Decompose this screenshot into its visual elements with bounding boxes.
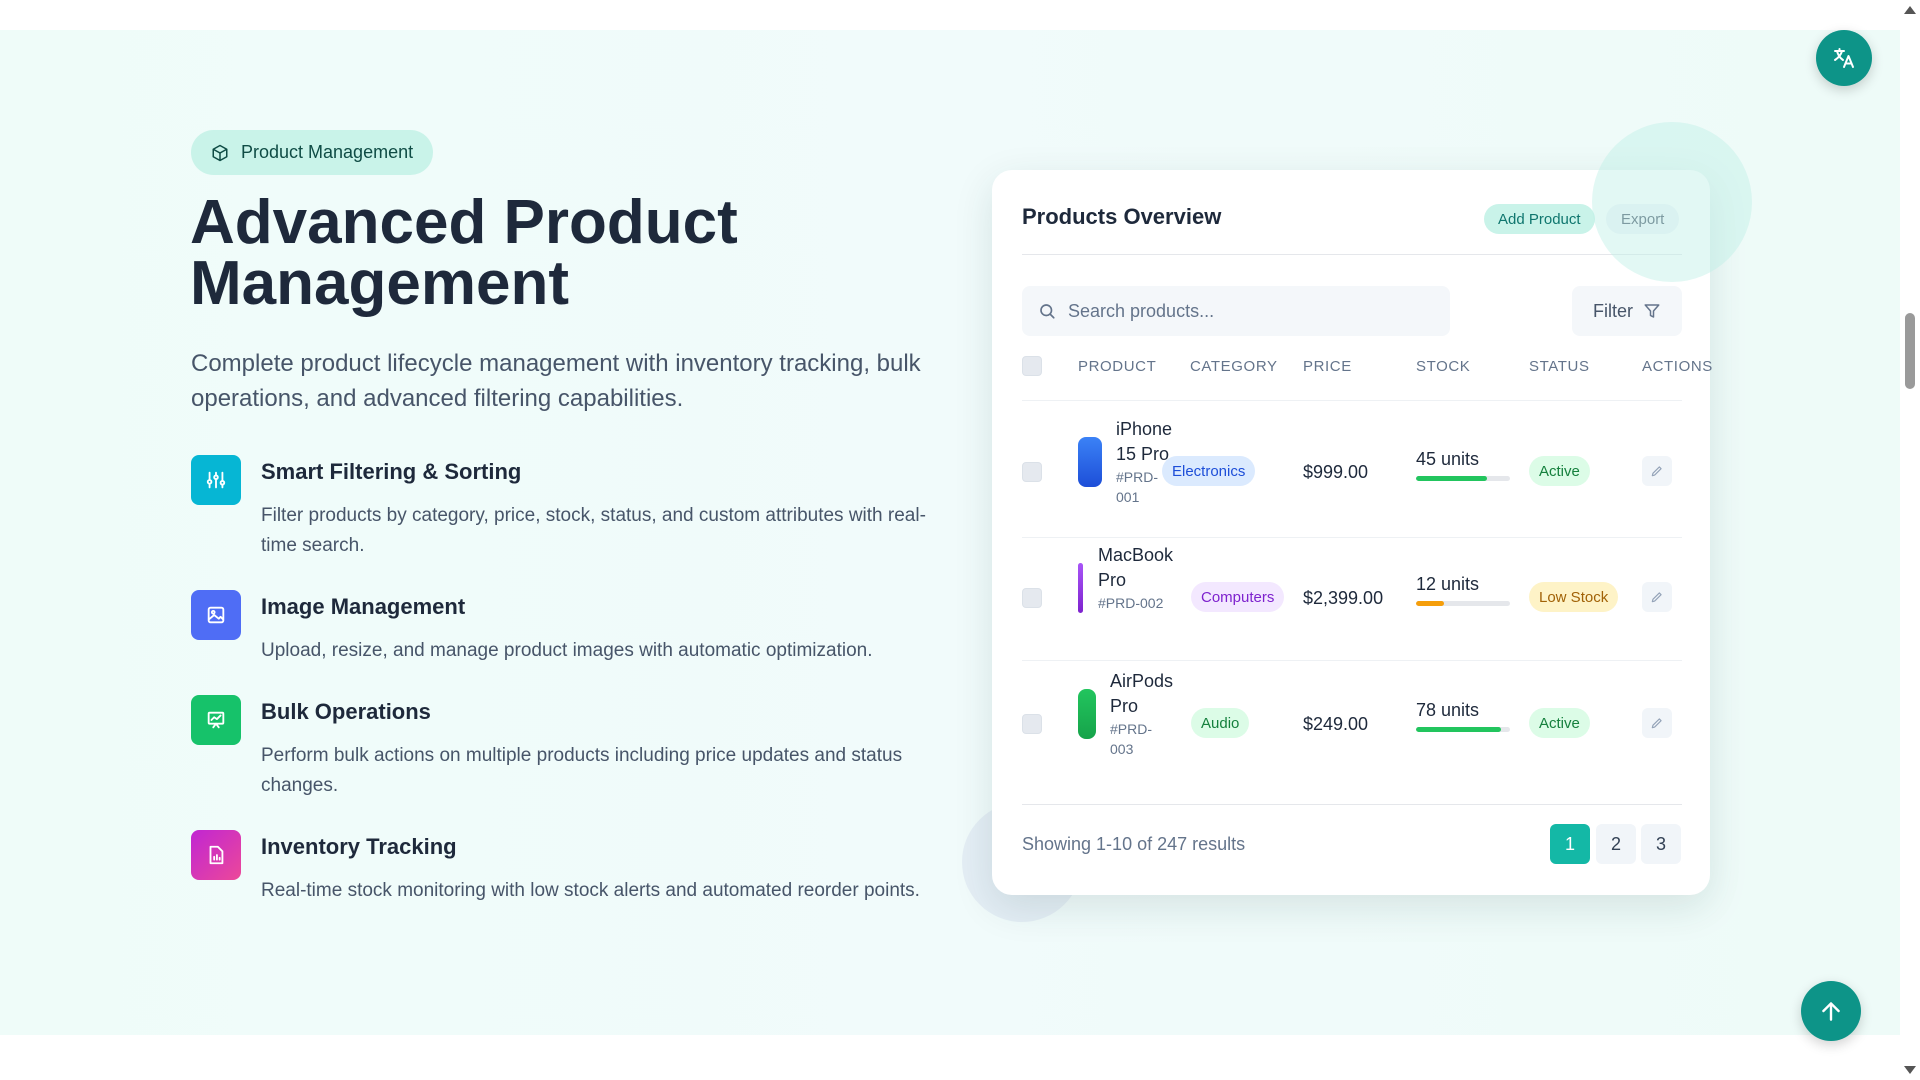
feature-description: Perform bulk actions on multiple product… [261,745,903,796]
section-badge: Product Management [191,130,434,175]
product-price: $2,399.00 [1303,588,1384,608]
feature-smart-filtering: Smart Filtering & Sorting Filter product… [191,455,931,565]
feature-title: Smart Filtering & Sorting [261,459,522,484]
search-icon [1040,304,1055,319]
pencil-icon [1651,718,1662,729]
results-count: Showing 1-10 of 247 results [1022,834,1246,854]
feature-description: Upload, resize, and manage product image… [261,640,873,661]
column-header-actions: ACTIONS [1642,358,1713,375]
row-checkbox[interactable] [1022,588,1042,608]
card-footer-divider [1022,804,1682,805]
product-price: $999.00 [1303,462,1369,482]
product-sku: #PRD-001 [1116,469,1159,505]
box-icon [212,144,228,161]
feature-image-management: Image Management Upload, resize, and man… [191,590,931,700]
presentation-chart-icon [191,695,241,745]
sliders-icon [191,455,241,505]
status-badge: Low Stock [1529,582,1619,612]
column-header-status: STATUS [1529,358,1590,375]
search-input[interactable] [1068,300,1428,322]
stock-label: 78 units [1416,700,1480,720]
card-title: Products Overview [1022,204,1222,229]
column-header-price: PRICE [1303,358,1352,375]
products-overview-card: Products Overview Add Product Export Fil… [992,170,1713,895]
feature-inventory-tracking: Inventory Tracking Real-time stock monit… [191,830,931,940]
column-header-category: CATEGORY [1190,358,1278,375]
stock-bar-fill [1416,727,1501,732]
file-chart-icon [191,830,241,880]
product-name[interactable]: AirPods Pro [1110,669,1180,719]
product-sku: #PRD-003 [1110,721,1153,757]
product-image [1078,689,1096,739]
translate-icon [1834,48,1854,68]
status-badge: Active [1529,708,1590,738]
decorative-circle [1592,122,1752,282]
page-title: Advanced Product Management [190,188,738,318]
product-price: $249.00 [1303,714,1369,734]
status-badge: Active [1529,456,1590,486]
filter-button[interactable]: Filter [1572,286,1682,336]
category-badge: Electronics [1162,456,1256,486]
arrow-up-icon [1822,1002,1840,1021]
product-name[interactable]: MacBook Pro [1098,543,1188,593]
page-button-3[interactable]: 3 [1641,824,1681,864]
filter-icon [1644,304,1660,318]
stock-bar [1416,476,1510,481]
feature-description: Real-time stock monitoring with low stoc… [261,880,920,901]
stock-bar-fill [1416,601,1445,606]
page-subtitle: Complete product lifecycle management wi… [191,350,921,412]
image-icon [191,590,241,640]
edit-button[interactable] [1642,456,1672,486]
scrollbar-thumb[interactable] [1905,313,1915,389]
edit-button[interactable] [1642,708,1672,738]
product-sku: #PRD-002 [1098,595,1164,611]
table-row: AirPods Pro #PRD-003 Audio $249.00 78 un… [992,661,1710,791]
stock-label: 45 units [1416,449,1480,469]
table-row: iPhone 15 Pro #PRD-001 Electronics $999.… [992,401,1710,531]
scroll-down-arrow[interactable] [1904,1066,1916,1074]
table-row: MacBook Pro #PRD-002 Computers $2,399.00… [992,538,1710,668]
scroll-to-top-button[interactable] [1801,981,1861,1041]
divider [1022,254,1682,255]
feature-bulk-operations: Bulk Operations Perform bulk actions on … [191,695,931,805]
row-checkbox[interactable] [1022,462,1042,482]
page-scrollbar[interactable] [1900,0,1920,1080]
select-all-checkbox[interactable] [1022,356,1042,376]
feature-title: Bulk Operations [261,699,431,724]
stock-bar-fill [1416,476,1487,481]
stock-label: 12 units [1416,574,1480,594]
scroll-up-arrow[interactable] [1904,6,1916,14]
stock-bar [1416,601,1510,606]
edit-button[interactable] [1642,582,1672,612]
column-header-stock: STOCK [1416,358,1471,375]
category-badge: Audio [1191,708,1250,738]
add-product-button[interactable]: Add Product [1484,204,1595,234]
feature-description: Filter products by category, price, stoc… [261,505,926,556]
translate-button[interactable] [1816,30,1872,86]
search-box [1022,286,1450,336]
stock-bar [1416,727,1510,732]
product-image [1078,437,1102,487]
pencil-icon [1651,592,1662,603]
feature-title: Image Management [261,594,466,619]
row-checkbox[interactable] [1022,714,1042,734]
pencil-icon [1651,466,1662,477]
filter-label: Filter [1593,300,1633,321]
section-badge-label: Product Management [241,142,414,162]
page-button-1[interactable]: 1 [1550,824,1590,864]
category-badge: Computers [1191,582,1285,612]
page-button-2[interactable]: 2 [1596,824,1636,864]
product-image [1078,563,1083,613]
feature-title: Inventory Tracking [261,834,457,859]
column-header-product: PRODUCT [1078,358,1157,375]
